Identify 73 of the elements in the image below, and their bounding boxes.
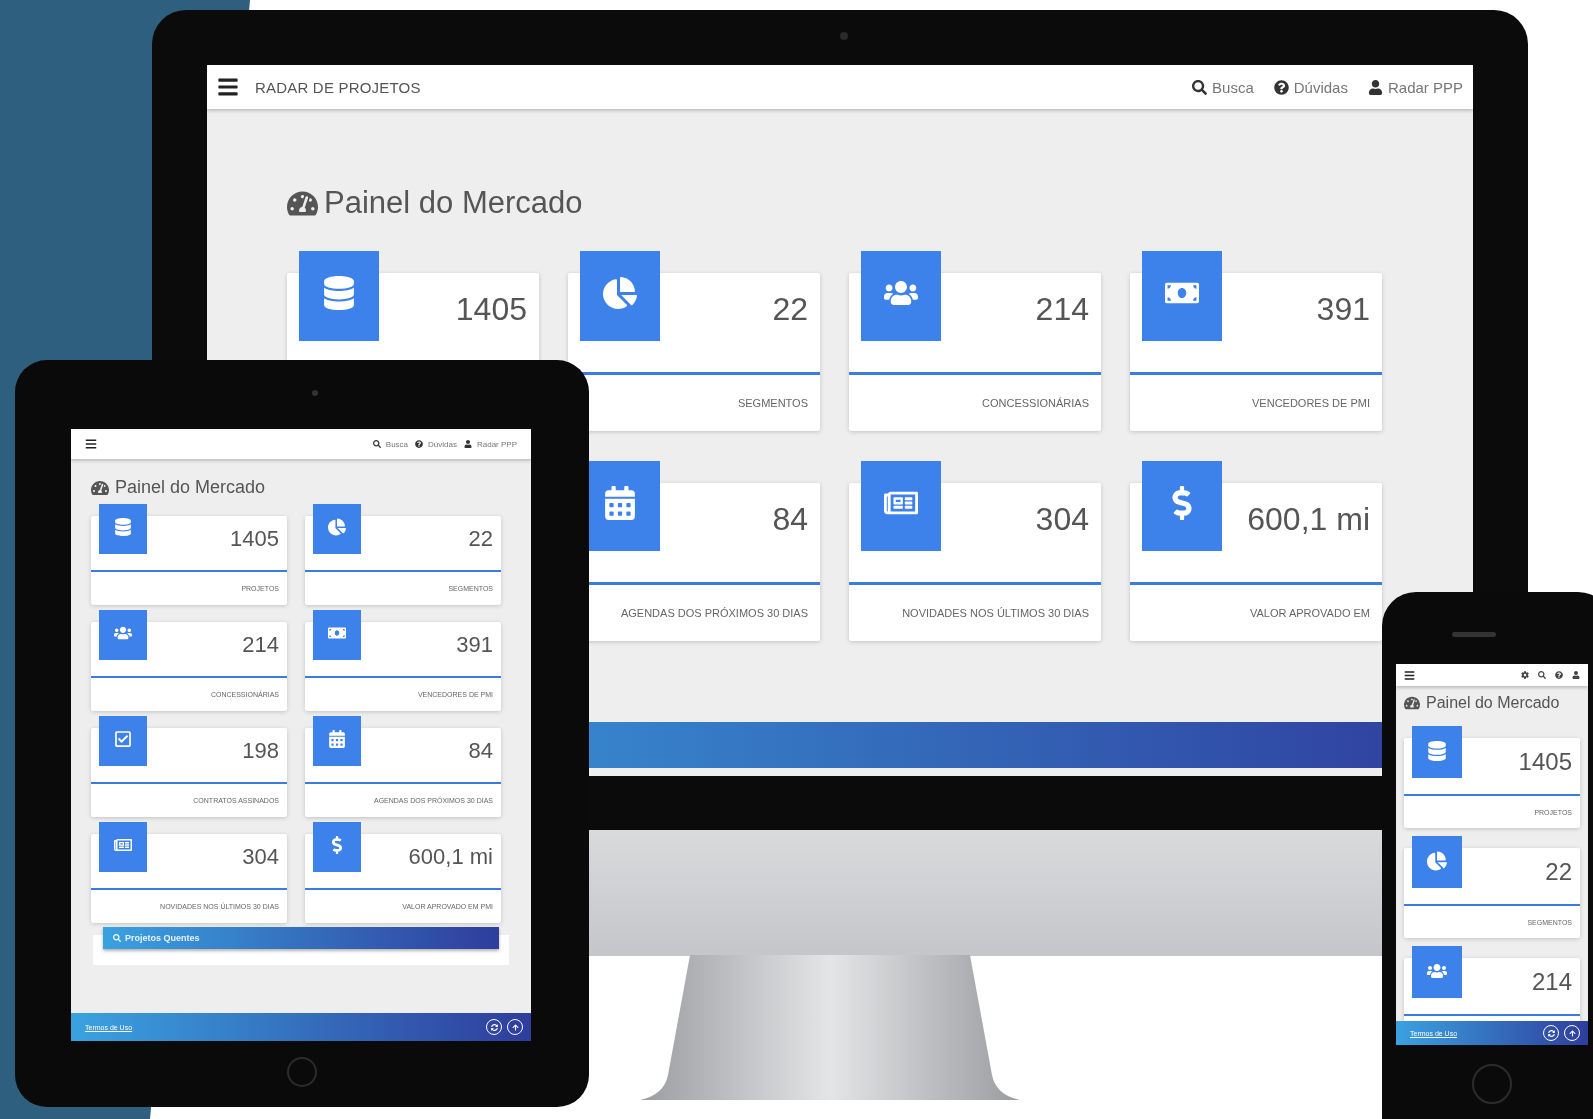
stat-label: AGENDAS DOS PRÓXIMOS 30 DIAS — [620, 607, 808, 619]
gauge-icon — [1404, 695, 1420, 711]
page-title: Painel do Mercado — [115, 477, 266, 498]
calendar-icon — [328, 730, 346, 748]
stat-value: 214 — [1035, 291, 1089, 329]
stat-label: SEGMENTOS — [737, 397, 808, 409]
pie-chart-icon — [1427, 850, 1447, 871]
gear-icon — [1521, 671, 1529, 679]
user-link[interactable]: Radar PPP — [463, 439, 517, 449]
stat-value: 22 — [468, 526, 493, 553]
stat-value: 84 — [468, 738, 493, 765]
refresh-icon — [490, 1023, 498, 1031]
stat-value: 22 — [1545, 858, 1572, 887]
user-link[interactable]: Radar PPP — [1367, 78, 1463, 96]
speaker-slot — [1452, 632, 1496, 637]
panel-title: Projetos Quentes — [125, 933, 200, 943]
stat-label: VENCEDORES DE PMI — [1252, 397, 1370, 409]
database-icon — [322, 276, 356, 311]
search-icon — [1538, 671, 1546, 679]
search-link[interactable]: Busca — [372, 439, 409, 449]
camera-dot — [312, 390, 318, 396]
stat-label: CONCESSIONÁRIAS — [982, 397, 1089, 409]
stat-value: 1405 — [230, 526, 279, 553]
menu-button[interactable] — [217, 76, 239, 98]
page-title: Painel do Mercado — [1426, 694, 1560, 712]
user-icon — [1572, 671, 1580, 679]
checkbox-icon — [114, 730, 132, 748]
menu-button[interactable] — [85, 438, 97, 450]
database-icon — [1427, 740, 1447, 761]
page-title: Painel do Mercado — [324, 185, 583, 221]
help-button[interactable] — [1555, 671, 1563, 679]
arrow-up-icon — [1568, 1029, 1576, 1037]
help-icon — [1555, 671, 1563, 679]
stat-value: 198 — [242, 738, 279, 765]
settings-button[interactable] — [1521, 671, 1529, 679]
gauge-icon — [91, 478, 109, 497]
stat-value: 391 — [1316, 291, 1370, 329]
stat-label: NOVIDADES NOS ÚLTIMOS 30 DIAS — [902, 607, 1089, 619]
menu-button[interactable] — [1404, 669, 1415, 681]
refresh-icon — [1547, 1029, 1555, 1037]
stat-value: 304 — [242, 844, 279, 871]
stat-value: 22 — [772, 291, 808, 329]
help-link[interactable]: Dúvidas — [415, 439, 457, 449]
stat-value: 1405 — [1518, 748, 1572, 777]
stat-value: 1405 — [455, 291, 527, 329]
search-button[interactable] — [1538, 671, 1546, 679]
search-icon — [1192, 79, 1208, 95]
pie-chart-icon — [603, 276, 637, 311]
search-icon — [372, 440, 381, 448]
database-icon — [114, 518, 132, 536]
pie-chart-icon — [328, 518, 346, 536]
stat-value: 600,1 mi — [408, 844, 493, 871]
stat-value: 600,1 mi — [1247, 501, 1370, 539]
calendar-icon — [603, 486, 637, 521]
user-icon — [463, 440, 472, 448]
help-link[interactable]: Dúvidas — [1273, 78, 1348, 96]
stat-value: 304 — [1035, 501, 1089, 539]
arrow-up-icon — [511, 1023, 519, 1031]
search-icon — [113, 934, 121, 942]
stat-label: VALOR APROVADO EM — [1250, 607, 1370, 619]
users-icon — [114, 624, 132, 642]
stat-value: 214 — [242, 632, 279, 659]
stat-value: 391 — [456, 632, 493, 659]
newspaper-icon — [114, 836, 132, 854]
user-button[interactable] — [1572, 671, 1580, 679]
camera-dot — [840, 32, 848, 40]
app-title: RADAR DE PROJETOS — [255, 78, 421, 96]
user-icon — [1367, 79, 1383, 95]
help-icon — [1273, 79, 1289, 95]
stat-value: 84 — [772, 501, 808, 539]
search-link[interactable]: Busca — [1192, 78, 1254, 96]
stat-value: 214 — [1531, 968, 1572, 997]
help-icon — [415, 440, 424, 448]
